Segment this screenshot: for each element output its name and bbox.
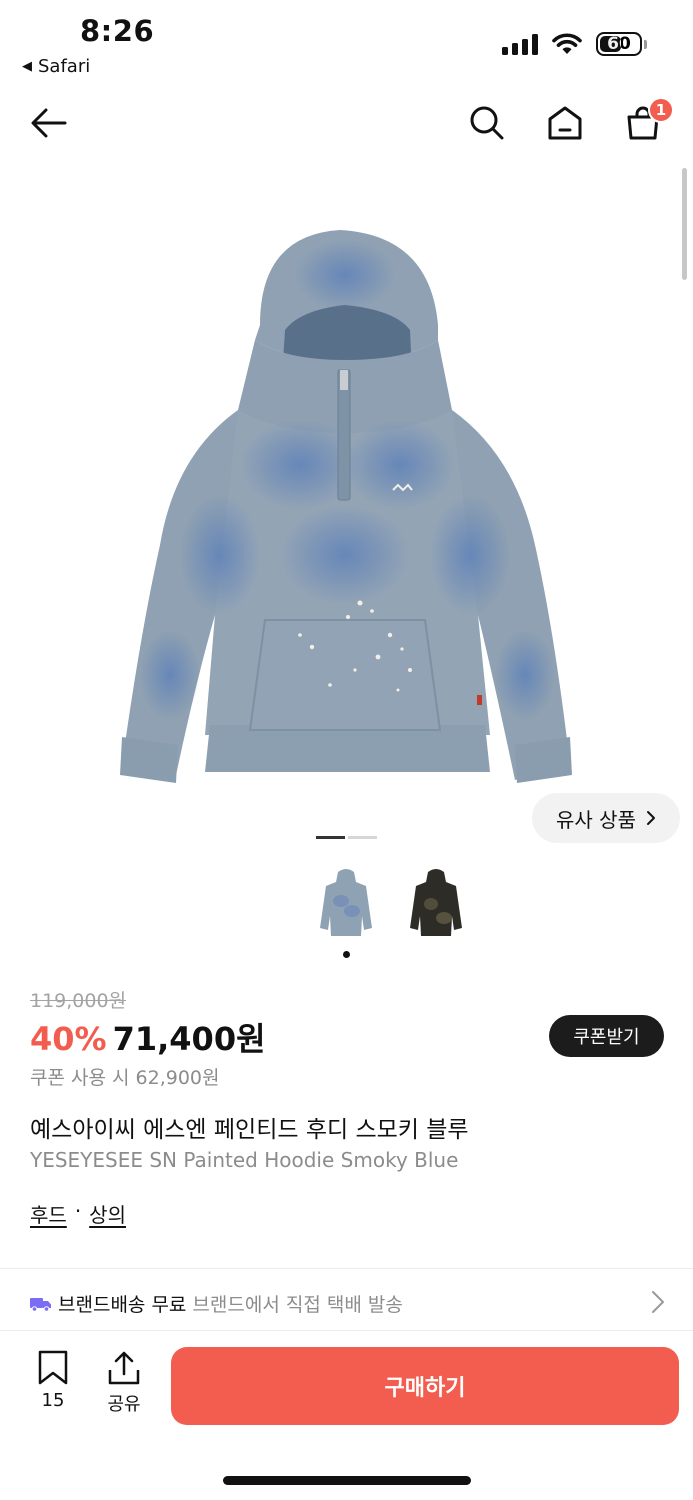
back-button[interactable]: [24, 88, 74, 158]
back-triangle-icon: ◀: [22, 59, 32, 74]
divider: [0, 1268, 693, 1269]
shipping-detail: 브랜드에서 직접 택배 발송: [192, 1294, 403, 1316]
share-icon: [108, 1351, 140, 1385]
share-label: 공유: [107, 1394, 141, 1415]
shipping-free-label: 브랜드배송 무료: [58, 1294, 187, 1316]
buy-button[interactable]: 구매하기: [171, 1347, 679, 1425]
product-image[interactable]: [0, 165, 693, 805]
like-button[interactable]: 15: [20, 1350, 86, 1425]
shipping-info-row[interactable]: 브랜드배송 무료 브랜드에서 직접 택배 발송: [30, 1290, 403, 1317]
home-indicator: [223, 1476, 471, 1485]
search-icon: [470, 106, 504, 140]
share-button[interactable]: 공유: [94, 1350, 154, 1425]
cart-count-badge: 1: [648, 97, 674, 123]
home-button[interactable]: [540, 88, 590, 158]
thumbnail-smoky-blue[interactable]: [316, 866, 376, 942]
back-app-label: Safari: [38, 56, 91, 77]
chevron-right-icon[interactable]: [651, 1290, 665, 1314]
sale-price: 71,400원: [112, 1020, 266, 1058]
page-indicator-inactive: [348, 836, 377, 839]
thumbnail-selected-dot: [343, 951, 350, 958]
back-to-safari[interactable]: ◀ Safari: [22, 56, 90, 77]
cart-button[interactable]: 1: [618, 88, 674, 158]
category-breadcrumb: 후드 · 상의: [30, 1199, 126, 1228]
battery-percent: 60: [607, 34, 631, 54]
discount-rate: 40%: [30, 1020, 107, 1058]
chevron-right-icon: [646, 811, 655, 825]
bookmark-icon: [38, 1350, 68, 1385]
status-icons: 60: [502, 32, 647, 56]
like-count: 15: [41, 1390, 65, 1411]
category-link-tops[interactable]: 상의: [89, 1199, 126, 1228]
wifi-icon: [552, 33, 582, 54]
cellular-signal-icon: [502, 33, 538, 55]
similar-products-button[interactable]: 유사 상품: [532, 793, 680, 843]
similar-products-label: 유사 상품: [556, 807, 636, 832]
page-indicator-active: [316, 836, 345, 839]
product-title-korean: 예스아이씨 에스엔 페인티드 후디 스모키 블루: [30, 1117, 469, 1143]
category-separator: ·: [74, 1199, 82, 1223]
price-row: 40% 71,400원: [30, 1014, 266, 1060]
scroll-indicator: [682, 168, 687, 280]
original-price: 119,000원: [30, 990, 127, 1012]
battery-icon: 60: [596, 32, 642, 56]
get-coupon-button[interactable]: 쿠폰받기: [549, 1015, 664, 1057]
home-icon: [548, 106, 582, 140]
coupon-price: 쿠폰 사용 시 62,900원: [30, 1067, 220, 1089]
search-button[interactable]: [462, 88, 512, 158]
status-time: 8:26: [80, 14, 155, 48]
status-bar: 8:26 ◀ Safari 60: [0, 0, 693, 82]
category-link-hood[interactable]: 후드: [30, 1199, 67, 1228]
nav-bar: 1: [0, 88, 693, 158]
truck-icon: [30, 1297, 51, 1312]
thumbnail-black[interactable]: [406, 866, 466, 942]
arrow-left-icon: [31, 108, 67, 138]
product-title-english: YESEYESEE SN Painted Hoodie Smoky Blue: [30, 1148, 459, 1172]
